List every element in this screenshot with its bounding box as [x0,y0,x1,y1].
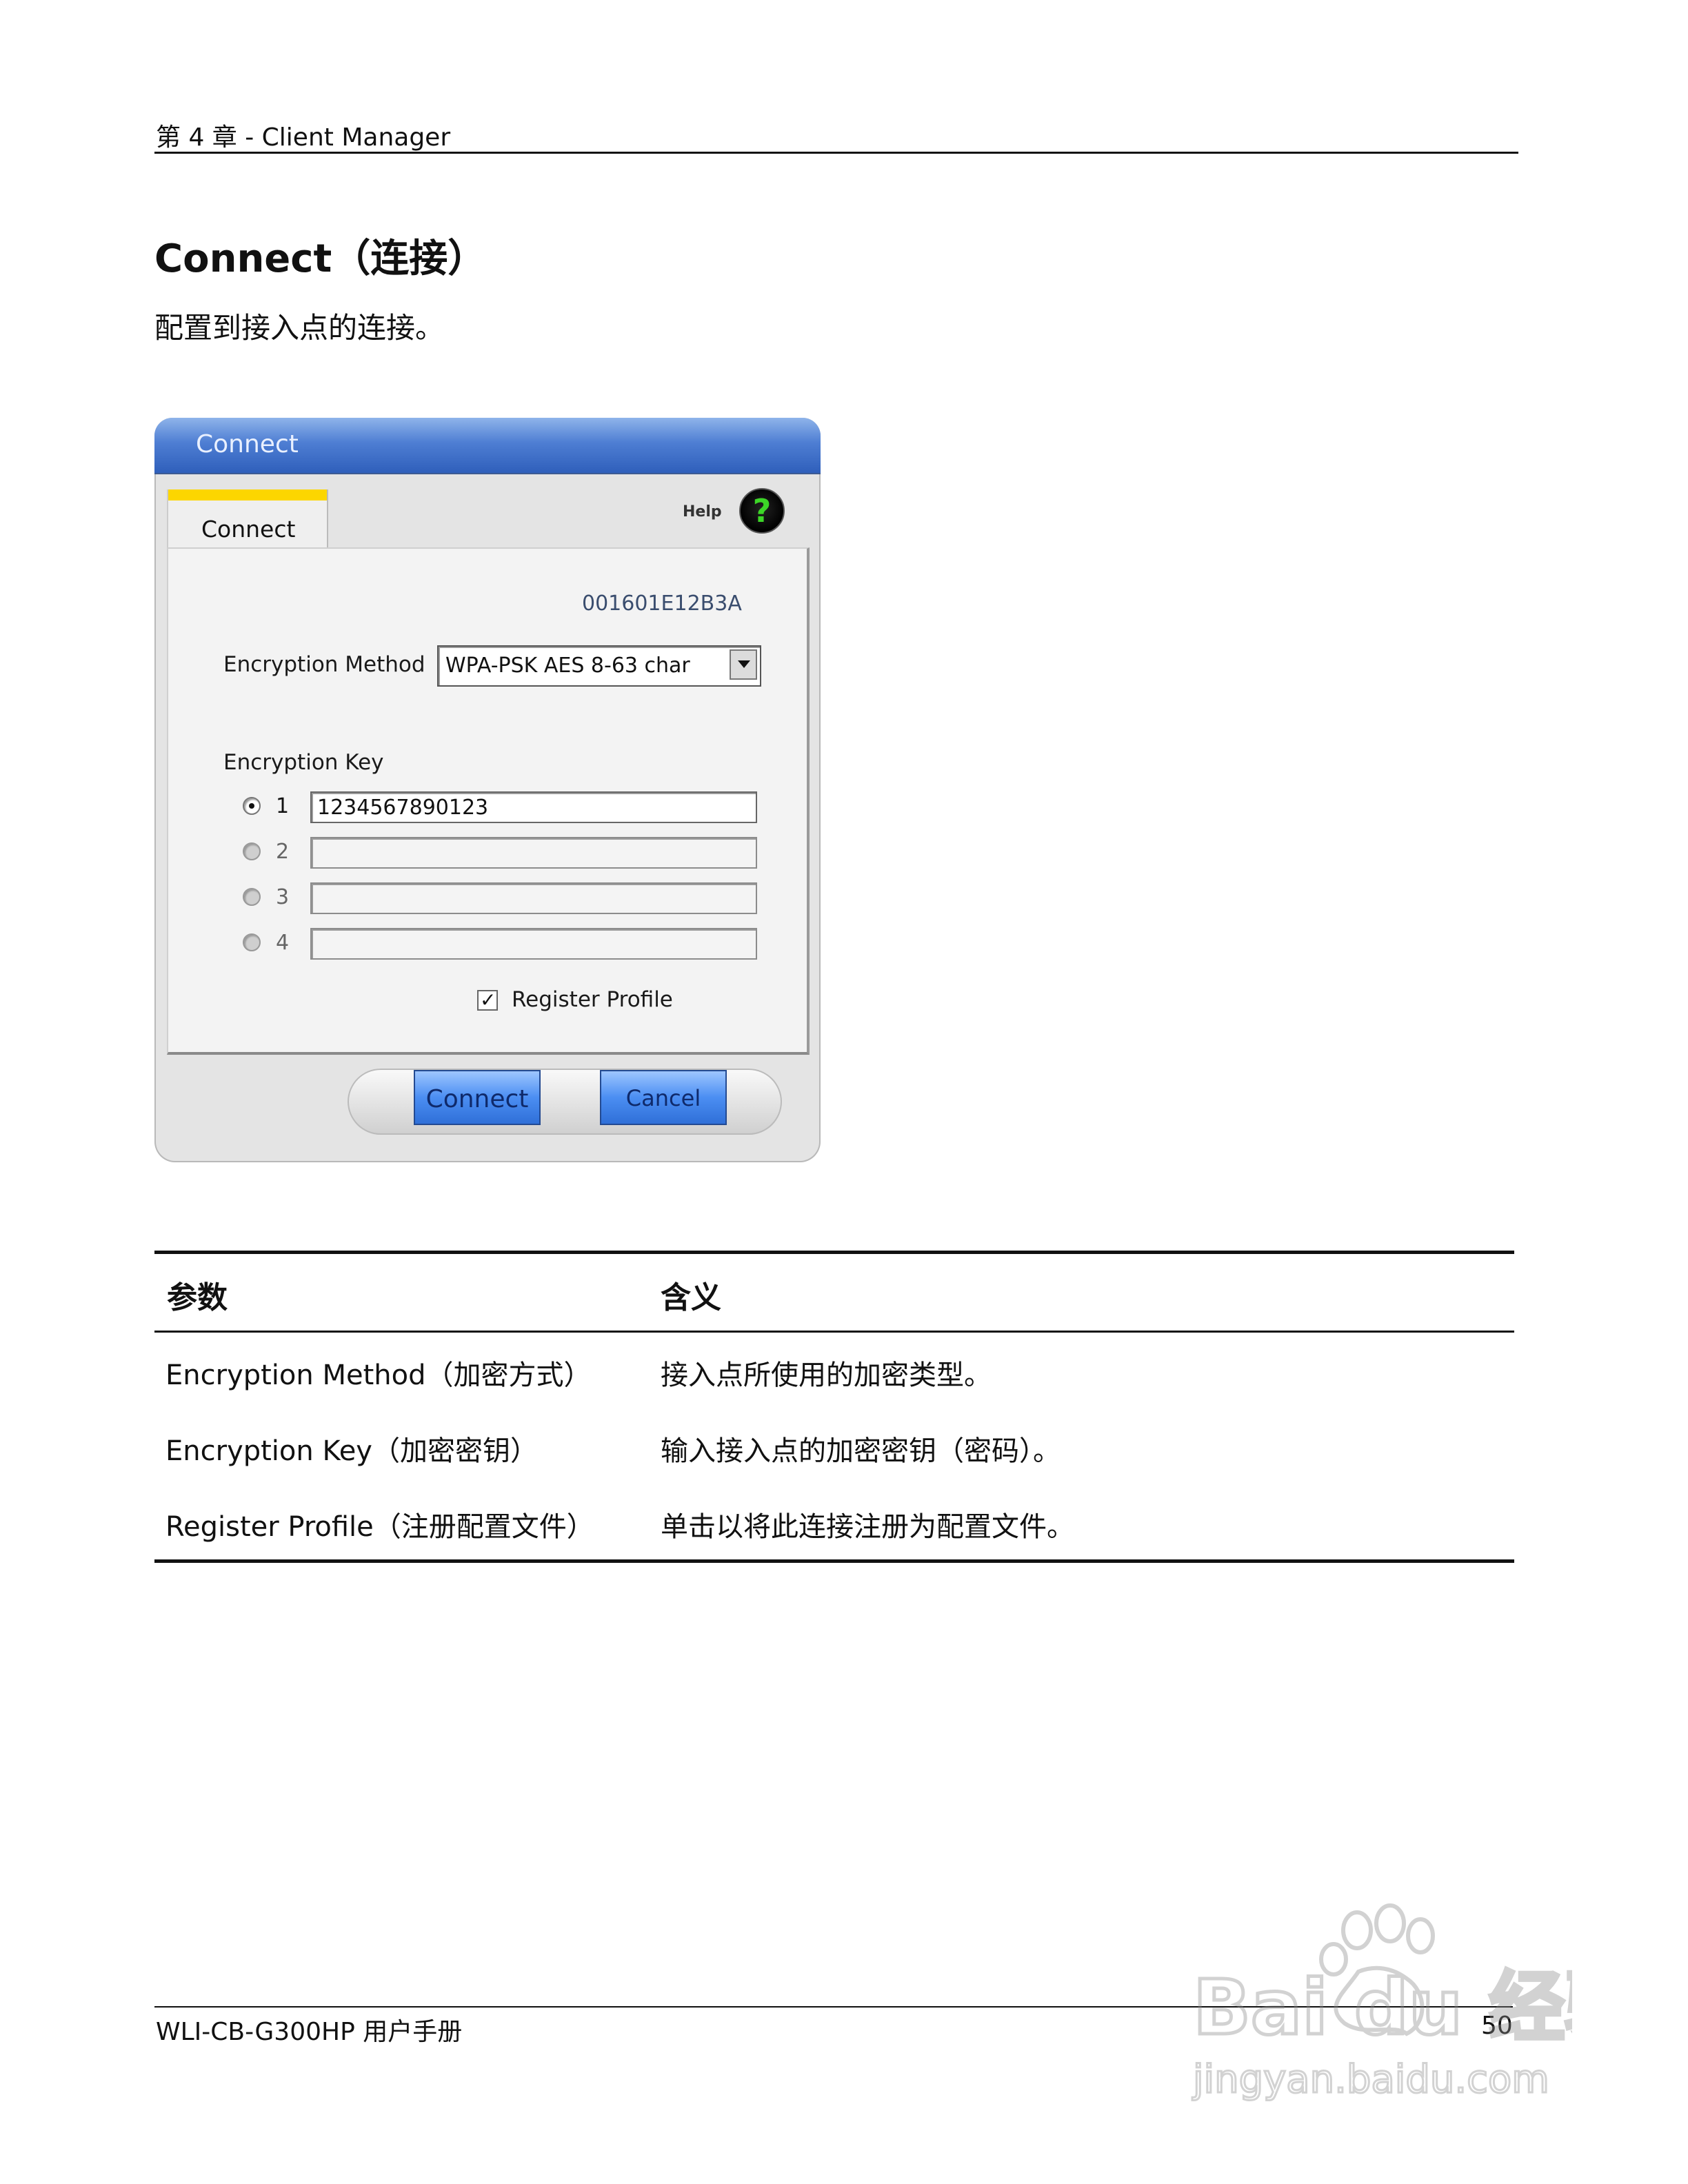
register-profile-checkbox[interactable]: ✓ [477,989,498,1011]
table-top-rule [154,1251,1514,1254]
chevron-down-icon [738,660,750,668]
cancel-button-label: Cancel [625,1085,701,1111]
table-row-2-parameter: Encryption Key（加密密钥） [165,1435,538,1467]
tab-accent-bar [168,489,327,501]
header-rule [154,152,1518,154]
key-3-radio[interactable] [243,888,261,906]
watermark-brand-text: Bai du 经验 [1193,1963,1572,2052]
watermark-url-text: jingyan.baidu.com [1192,2057,1549,2102]
table-bottom-rule [154,1559,1514,1563]
mac-address: 001601E12B3A [582,592,742,616]
table-row-3-meaning: 单击以将此连接注册为配置文件。 [661,1511,1074,1543]
key-2-input[interactable] [310,837,757,869]
key-1-value: 1234567890123 [317,796,489,820]
help-button[interactable]: ? [739,488,785,534]
encryption-method-select[interactable]: WPA-PSK AES 8-63 char [437,645,761,687]
connect-button-label: Connect [425,1085,529,1113]
cancel-button[interactable]: Cancel [600,1070,727,1125]
key-3-number: 3 [276,885,290,909]
section-subtitle: 配置到接入点的连接。 [154,311,445,345]
key-2-number: 2 [276,840,290,864]
encryption-key-label: Encryption Key [223,750,384,775]
baidu-jingyan-watermark: Bai du 经验 jingyan.baidu.com [1191,1903,1572,2103]
table-header-rule [154,1331,1514,1333]
dialog-title-bar[interactable]: Connect [154,418,821,474]
table-row-1-parameter: Encryption Method（加密方式） [165,1359,592,1391]
table-row-3-parameter: Register Profile（注册配置文件） [165,1511,594,1543]
key-4-input[interactable] [310,928,757,960]
key-1-number: 1 [276,794,290,818]
section-title: Connect（连接） [154,236,487,281]
table-row-2-meaning: 输入接入点的加密密钥（密码）。 [661,1435,1061,1467]
connect-dialog: Connect Connect Help ? 001601E12B3A Encr… [154,418,821,1162]
dropdown-button[interactable] [730,649,757,680]
chapter-header: 第 4 章 - Client Manager [156,123,451,152]
key-4-number: 4 [276,931,290,955]
key-1-input[interactable]: 1234567890123 [310,791,757,823]
table-header-parameter: 参数 [167,1280,228,1315]
key-1-radio[interactable] [243,797,261,815]
footer-manual-name: WLI-CB-G300HP 用户手册 [156,2018,463,2046]
help-label: Help [683,503,722,520]
encryption-method-label: Encryption Method [223,652,425,677]
tab-connect[interactable]: Connect [167,489,328,552]
connect-button[interactable]: Connect [414,1070,541,1125]
key-3-input[interactable] [310,882,757,914]
checkmark-icon: ✓ [480,989,496,1011]
encryption-method-value: WPA-PSK AES 8-63 char [445,654,690,678]
help-icon: ? [752,492,772,529]
table-row-1-meaning: 接入点所使用的加密类型。 [661,1359,992,1391]
key-2-radio[interactable] [243,842,261,860]
register-profile-label: Register Profile [512,987,673,1012]
key-4-radio[interactable] [243,933,261,951]
table-header-meaning: 含义 [661,1280,721,1315]
tab-connect-label: Connect [201,516,296,543]
dialog-title: Connect [196,430,299,458]
